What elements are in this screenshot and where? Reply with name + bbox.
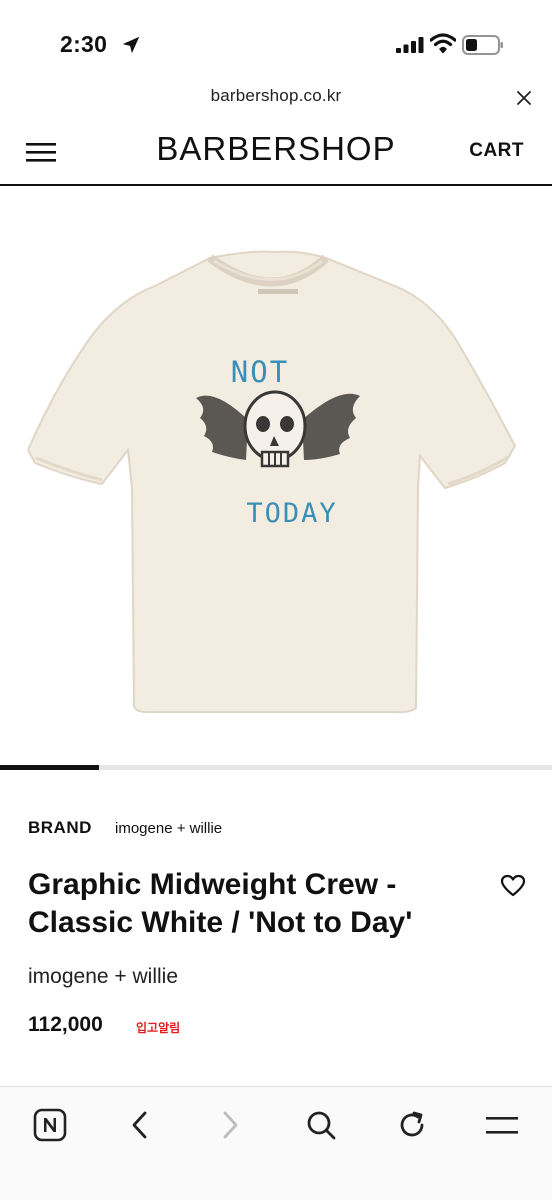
menu-icon[interactable] [486, 1113, 518, 1137]
back-icon[interactable] [128, 1110, 152, 1140]
location-arrow-icon [122, 36, 140, 54]
forward-icon[interactable] [218, 1110, 242, 1140]
status-bar: 2:30 [0, 0, 552, 86]
url-text[interactable]: barbershop.co.kr [0, 86, 552, 106]
carousel-progress-fill [0, 765, 100, 770]
naver-icon[interactable] [33, 1108, 67, 1142]
brand-link[interactable]: imogene + willie [115, 820, 222, 837]
tshirt-illustration: NOT TODAY [26, 250, 517, 714]
search-button[interactable] [301, 1105, 341, 1145]
battery-icon [462, 35, 503, 55]
wifi-icon [430, 33, 456, 54]
browser-toolbar [0, 1086, 552, 1200]
cart-button[interactable]: CART [469, 140, 524, 162]
product-price: 112,000 [28, 1013, 103, 1036]
graphic-text-top: NOT [231, 355, 289, 389]
status-time: 2:30 [60, 31, 108, 57]
naver-home-button[interactable] [30, 1105, 70, 1145]
reload-button[interactable] [392, 1105, 432, 1145]
price-row: 112,000 입고알림 [28, 1013, 428, 1043]
carousel-progress-track [0, 765, 552, 770]
graphic-text-bottom: TODAY [246, 498, 337, 529]
product-image[interactable]: NOT TODAY [0, 188, 552, 765]
search-icon[interactable] [306, 1110, 336, 1140]
product-brand: imogene + willie [28, 965, 178, 988]
brand-row: BRAND imogene + willie [28, 818, 528, 842]
browser-menu-button[interactable] [482, 1105, 522, 1145]
product-title: Graphic Midweight Crew - Classic White /… [28, 868, 413, 939]
cellular-signal-icon [396, 37, 424, 53]
heart-icon[interactable] [500, 874, 526, 898]
url-bar[interactable]: barbershop.co.kr [0, 78, 552, 114]
site-header: BARBERSHOP CART [0, 114, 552, 186]
brand-label: BRAND [28, 818, 92, 837]
back-button[interactable] [120, 1105, 160, 1145]
reload-icon[interactable] [397, 1110, 427, 1140]
forward-button[interactable] [210, 1105, 250, 1145]
restock-alert-button[interactable]: 입고알림 [136, 1019, 180, 1036]
close-icon[interactable] [512, 86, 536, 110]
